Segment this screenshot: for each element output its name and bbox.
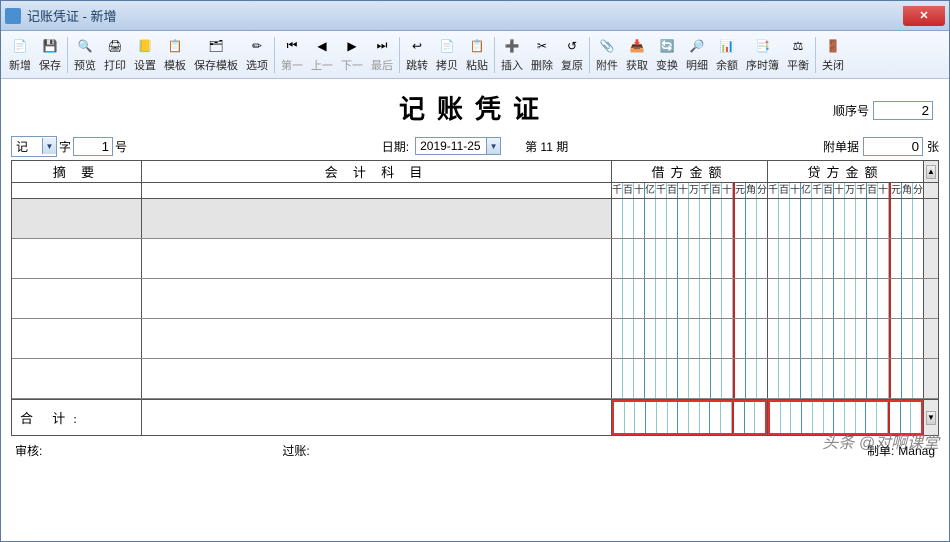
attach-suffix: 张 bbox=[927, 138, 939, 155]
voucher-type-combo[interactable]: 记▼ bbox=[11, 136, 57, 157]
watermark: 头条 @对啊课堂 bbox=[822, 429, 939, 453]
toolbar-获取[interactable]: 📥获取 bbox=[622, 35, 652, 75]
toolbar-选项[interactable]: ✏选项 bbox=[242, 35, 272, 75]
toolbar-粘贴[interactable]: 📋粘贴 bbox=[462, 35, 492, 75]
toolbar-明细[interactable]: 🔎明细 bbox=[682, 35, 712, 75]
table-row[interactable] bbox=[12, 239, 938, 279]
toolbar-下一[interactable]: ▶下一 bbox=[337, 35, 367, 75]
app-icon bbox=[5, 8, 21, 24]
col-credit: 贷方金额 bbox=[768, 161, 924, 182]
close-button[interactable]: ✕ bbox=[903, 6, 945, 26]
voucher-no-input[interactable] bbox=[73, 137, 113, 156]
window-title: 记账凭证 - 新增 bbox=[27, 6, 117, 25]
audit-label: 审核: bbox=[15, 442, 42, 459]
toolbar-删除[interactable]: ✂删除 bbox=[527, 35, 557, 75]
toolbar-打印[interactable]: 🖨打印 bbox=[100, 35, 130, 75]
total-debit bbox=[612, 400, 768, 435]
toolbar-最后[interactable]: ⏭最后 bbox=[367, 35, 397, 75]
toolbar-模板[interactable]: 📋模板 bbox=[160, 35, 190, 75]
toolbar-拷贝[interactable]: 📄拷贝 bbox=[432, 35, 462, 75]
table-row[interactable] bbox=[12, 279, 938, 319]
post-label: 过账: bbox=[282, 442, 309, 459]
toolbar-平衡[interactable]: ⚖平衡 bbox=[783, 35, 813, 75]
toolbar-关闭[interactable]: 🚪关闭 bbox=[818, 35, 848, 75]
sequence-group: 顺序号 bbox=[833, 101, 933, 120]
toolbar-插入[interactable]: ➕插入 bbox=[497, 35, 527, 75]
col-account: 会 计 科 目 bbox=[142, 161, 612, 182]
toolbar-设置[interactable]: 📒设置 bbox=[130, 35, 160, 75]
toolbar-变换[interactable]: 🔄变换 bbox=[652, 35, 682, 75]
col-debit: 借方金额 bbox=[612, 161, 768, 182]
scroll-col: ▲ bbox=[924, 161, 938, 182]
footer: 审核: 过账: 制单:Manag bbox=[11, 436, 939, 459]
toolbar-附件[interactable]: 📎附件 bbox=[592, 35, 622, 75]
toolbar-保存[interactable]: 💾保存 bbox=[35, 35, 65, 75]
seq-label: 顺序号 bbox=[833, 102, 869, 119]
type-label: 字 bbox=[59, 138, 71, 155]
period-label: 第 11 期 bbox=[525, 138, 568, 155]
table-row[interactable] bbox=[12, 199, 938, 239]
toolbar-上一[interactable]: ◀上一 bbox=[307, 35, 337, 75]
document-title: 记账凭证 bbox=[11, 85, 939, 134]
date-label: 日期: bbox=[382, 138, 409, 155]
table-row[interactable] bbox=[12, 359, 938, 399]
toolbar-序时簿[interactable]: 📑序时簿 bbox=[742, 35, 783, 75]
toolbar-复原[interactable]: ↺复原 bbox=[557, 35, 587, 75]
no-suffix: 号 bbox=[115, 138, 127, 155]
toolbar: 📄新增💾保存🔍预览🖨打印📒设置📋模板🗂保存模板✏选项⏮第一◀上一▶下一⏭最后↩跳… bbox=[1, 31, 949, 79]
toolbar-预览[interactable]: 🔍预览 bbox=[70, 35, 100, 75]
toolbar-余额[interactable]: 📊余额 bbox=[712, 35, 742, 75]
toolbar-跳转[interactable]: ↩跳转 bbox=[402, 35, 432, 75]
toolbar-保存模板[interactable]: 🗂保存模板 bbox=[190, 35, 242, 75]
content: 顺序号 记账凭证 记▼ 字 号 日期: 2019-11-25▼ 第 11 期 附… bbox=[1, 79, 949, 459]
toolbar-第一[interactable]: ⏮第一 bbox=[277, 35, 307, 75]
table-row[interactable] bbox=[12, 319, 938, 359]
attach-input[interactable] bbox=[863, 137, 923, 156]
titlebar: 记账凭证 - 新增 ✕ bbox=[1, 1, 949, 31]
toolbar-新增[interactable]: 📄新增 bbox=[5, 35, 35, 75]
col-abstract: 摘 要 bbox=[12, 161, 142, 182]
date-combo[interactable]: 2019-11-25▼ bbox=[415, 137, 501, 155]
seq-input[interactable] bbox=[873, 101, 933, 120]
total-label: 合 计: bbox=[12, 400, 142, 435]
attach-label: 附单据 bbox=[823, 138, 859, 155]
voucher-grid: 摘 要 会 计 科 目 借方金额 贷方金额 ▲ 千百十亿千百十万千百十元角分 千… bbox=[11, 160, 939, 436]
